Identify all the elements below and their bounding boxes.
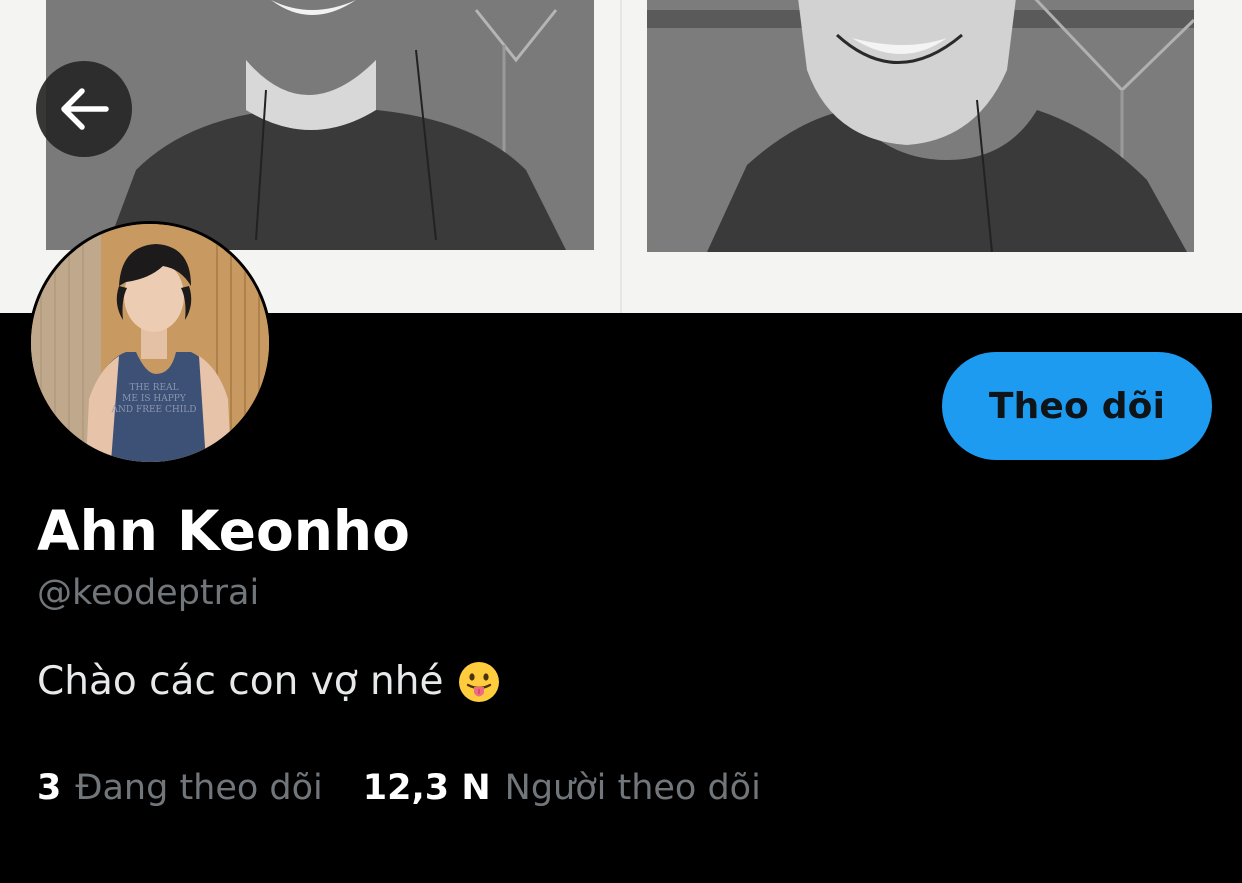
- following-count: 3: [37, 768, 62, 808]
- banner-divider: [620, 0, 622, 313]
- arrow-left-icon: [58, 87, 110, 131]
- follow-stats: 3 Đang theo dõi 12,3 N Người theo dõi: [37, 764, 761, 812]
- bio: Chào các con vợ nhé: [37, 656, 501, 708]
- display-name: Ahn Keonho: [37, 499, 410, 563]
- following-label: Đang theo dõi: [75, 768, 323, 808]
- avatar-photo: THE REAL ME IS HAPPY AND FREE CHILD: [31, 224, 269, 462]
- avatar[interactable]: THE REAL ME IS HAPPY AND FREE CHILD: [28, 221, 272, 465]
- face-with-tongue-icon: [457, 660, 501, 704]
- profile-page: THE REAL ME IS HAPPY AND FREE CHILD Theo…: [0, 0, 1242, 883]
- svg-text:ME IS HAPPY: ME IS HAPPY: [122, 394, 187, 404]
- followers-count: 12,3 N: [362, 768, 491, 808]
- svg-text:AND FREE CHILD: AND FREE CHILD: [111, 405, 197, 415]
- back-button[interactable]: [36, 61, 132, 157]
- banner-photo-right: [647, 0, 1194, 252]
- followers-link[interactable]: 12,3 N Người theo dõi: [363, 764, 761, 812]
- followers-label: Người theo dõi: [504, 768, 761, 808]
- user-handle: @keodeptrai: [37, 573, 260, 613]
- following-link[interactable]: 3 Đang theo dõi: [37, 764, 323, 812]
- follow-button[interactable]: Theo dõi: [942, 352, 1212, 460]
- svg-text:THE REAL: THE REAL: [129, 383, 178, 393]
- bio-text: Chào các con vợ nhé: [37, 659, 444, 704]
